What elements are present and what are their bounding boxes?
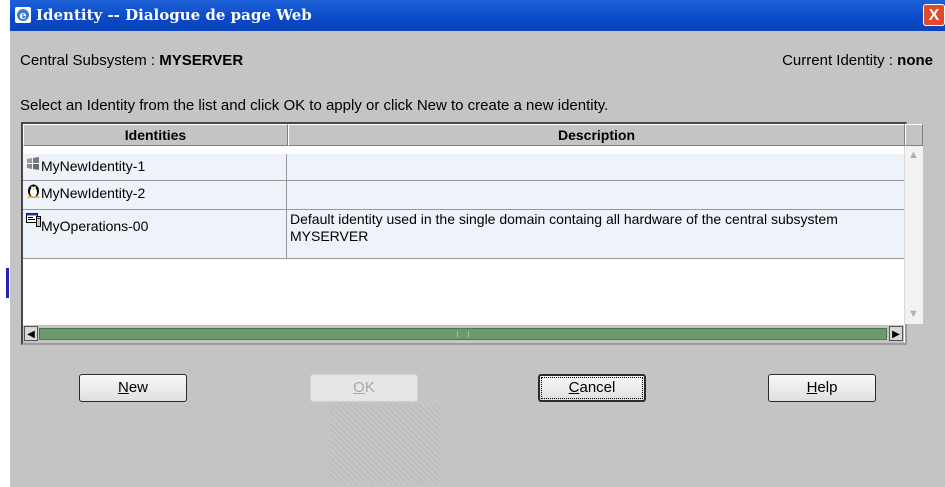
background-strip [0, 0, 10, 487]
help-button[interactable]: Help [768, 374, 876, 402]
horizontal-scrollbar[interactable]: ◀ ▶ [23, 325, 904, 343]
table-row[interactable]: MyNewIdentity-2 [23, 181, 904, 210]
identity-name-cell: MyNewIdentity-1 [23, 154, 287, 180]
linux-penguin-icon [27, 184, 40, 198]
close-button[interactable]: X [923, 4, 945, 26]
cancel-button[interactable]: Cancel [538, 374, 646, 402]
subsystem-label: Central Subsystem : [20, 52, 156, 69]
grip-icon [457, 331, 469, 337]
background-pattern [330, 404, 440, 484]
svg-text:e: e [20, 9, 27, 22]
subsystem-info: Central Subsystem : MYSERVER [20, 52, 243, 69]
ok-button[interactable]: OK [310, 374, 418, 402]
identity-name: MyOperations-00 [41, 218, 149, 234]
instruction-text: Select an Identity from the list and cli… [20, 97, 609, 114]
scroll-thumb[interactable] [39, 328, 887, 340]
table-row[interactable]: MyNewIdentity-1 [23, 154, 904, 181]
current-identity-info: Current Identity : none [782, 52, 933, 69]
current-identity-label: Current Identity : [782, 52, 893, 69]
close-icon: X [928, 7, 940, 24]
title-bar[interactable]: e Identity -- Dialogue de page Web X [10, 0, 945, 31]
identity-name-cell: MyOperations-00 [23, 210, 287, 258]
scroll-left-icon[interactable]: ◀ [24, 326, 38, 341]
ie-page-icon: e [15, 7, 31, 23]
background-mark [6, 268, 9, 298]
identity-dialog: e Identity -- Dialogue de page Web X Cen… [10, 0, 945, 487]
identity-description [288, 154, 904, 180]
scroll-right-icon[interactable]: ▶ [889, 326, 903, 341]
scroll-down-icon[interactable]: ▼ [907, 308, 920, 321]
identity-name: MyNewIdentity-1 [41, 158, 146, 174]
subsystem-value: MYSERVER [159, 52, 244, 69]
column-header-spacer [905, 124, 923, 146]
windows-flag-icon [27, 157, 39, 170]
scroll-up-icon[interactable]: ▲ [907, 149, 920, 162]
identity-description [288, 181, 904, 209]
current-identity-value: none [897, 52, 933, 69]
window-title: Identity -- Dialogue de page Web [36, 6, 312, 24]
server-window-icon [26, 213, 41, 227]
identity-name: MyNewIdentity-2 [41, 185, 146, 201]
vertical-scrollbar[interactable]: ▲ ▼ [904, 146, 923, 324]
new-button[interactable]: New [79, 374, 187, 402]
column-header-description[interactable]: Description [288, 124, 905, 146]
column-header-identities[interactable]: Identities [23, 124, 288, 146]
table-row[interactable]: MyOperations-00 Default identity used in… [23, 210, 904, 259]
identity-description: Default identity used in the single doma… [290, 211, 838, 244]
identities-table: Identities Description MyNewIdentity-1 M… [21, 122, 923, 345]
identity-name-cell: MyNewIdentity-2 [23, 181, 287, 209]
